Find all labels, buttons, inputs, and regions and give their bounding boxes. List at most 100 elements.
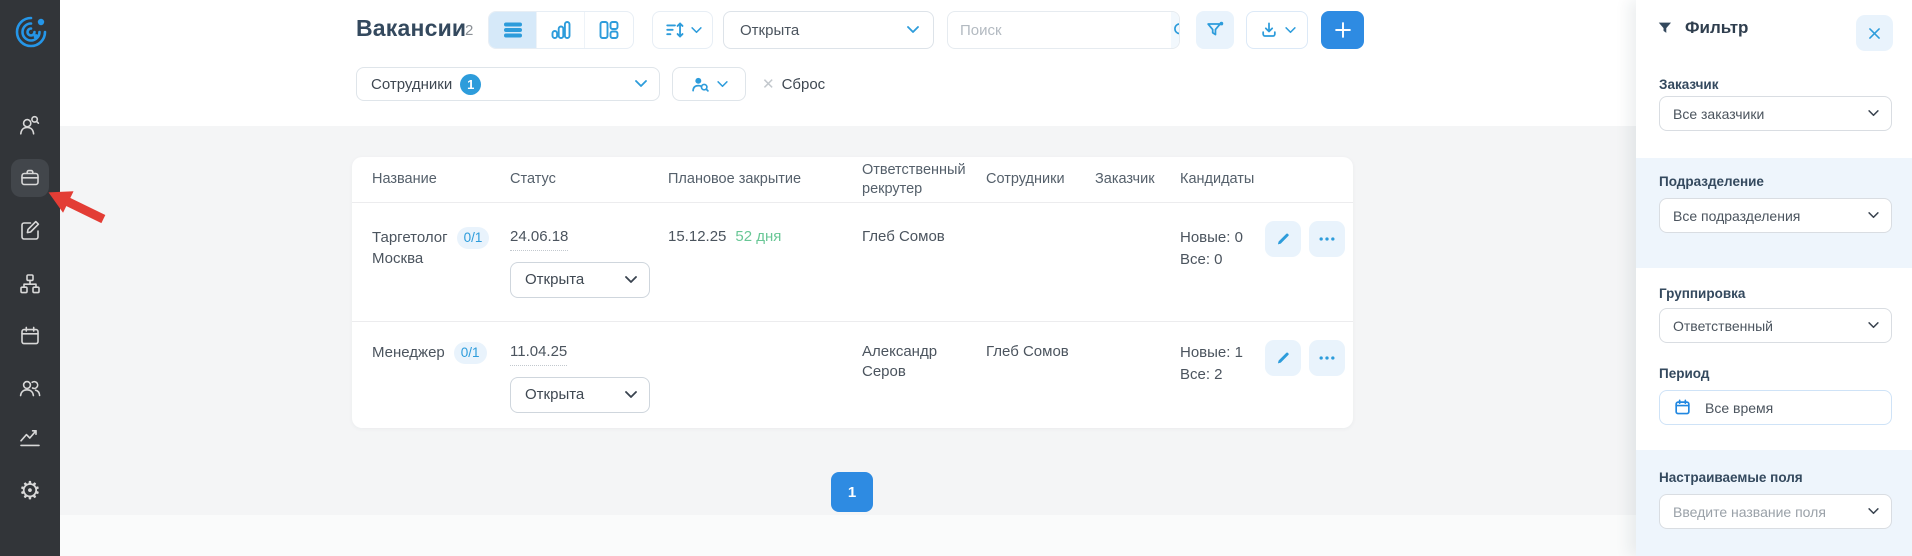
row-status-dropdown[interactable]: Открыта	[510, 262, 650, 299]
vacancy-count: 2	[465, 22, 474, 39]
person-search-filter-button[interactable]	[672, 67, 746, 101]
sidebar-item-settings[interactable]: ⚙	[11, 471, 49, 509]
edit-vacancy-button[interactable]	[1265, 221, 1301, 257]
pencil-icon	[1277, 352, 1289, 364]
close-filter-button[interactable]	[1856, 15, 1893, 51]
table-row: Менеджер 0/1 11.04.25 Открыта Александр …	[352, 322, 1353, 428]
sidebar-item-employees[interactable]	[11, 369, 49, 407]
filter-panel-header: Фильтр	[1656, 18, 1748, 38]
sidebar-item-analytics[interactable]	[11, 418, 49, 456]
briefcase-icon	[21, 169, 39, 186]
vacancy-name-link[interactable]: Менеджер	[372, 343, 445, 363]
pagination-page-1[interactable]: 1	[831, 472, 873, 512]
search-submit-button[interactable]	[1171, 12, 1179, 48]
grouping-dropdown[interactable]: Ответственный	[1659, 308, 1892, 343]
chevron-down-icon	[1868, 110, 1879, 117]
funnel-icon	[1207, 21, 1224, 36]
row-status-value: Открыта	[525, 386, 585, 404]
row-status-dropdown[interactable]: Открыта	[510, 377, 650, 414]
chevron-down-icon	[1868, 212, 1879, 219]
more-actions-button[interactable]	[1309, 221, 1345, 257]
column-header-name: Название	[372, 171, 437, 188]
cell-customer	[1095, 203, 1180, 321]
view-kanban-button[interactable]	[585, 12, 633, 48]
period-label: Период	[1659, 366, 1710, 381]
export-button[interactable]	[1246, 11, 1308, 49]
row-status-value: Открыта	[525, 271, 585, 289]
add-vacancy-button[interactable]	[1321, 11, 1364, 49]
cell-name: Менеджер 0/1	[372, 322, 510, 428]
view-chart-button[interactable]	[537, 12, 585, 48]
sidebar-item-candidate-search[interactable]	[11, 107, 49, 145]
view-list-button[interactable]	[489, 12, 537, 48]
days-left: 52 дня	[735, 228, 782, 245]
customer-filter-label: Заказчик	[1659, 77, 1719, 92]
period-picker-button[interactable]: Все время	[1659, 390, 1892, 425]
chevron-down-icon	[717, 80, 728, 87]
chevron-down-icon	[635, 80, 647, 87]
person-search-icon	[692, 77, 709, 92]
edit-vacancy-button[interactable]	[1265, 340, 1301, 376]
cell-employees	[986, 203, 1095, 321]
close-icon: ✕	[762, 76, 775, 93]
cell-employees: Глеб Сомов	[986, 343, 1069, 360]
kanban-view-icon	[599, 21, 619, 39]
custom-fields-dropdown[interactable]: Введите название поля	[1659, 494, 1892, 529]
sidebar-item-calendar[interactable]	[11, 317, 49, 355]
cell-candidates: Новые: 1 Все: 2	[1180, 322, 1265, 428]
vacancy-name-link[interactable]: Таргетолог	[372, 228, 448, 248]
ellipsis-icon	[1319, 237, 1335, 241]
table-row: Таргетолог 0/1 Москва 24.06.18 Открыта 1…	[352, 203, 1353, 322]
candidates-all: Все: 0	[1180, 250, 1223, 268]
chevron-down-icon	[625, 391, 637, 399]
candidates-new: Новые: 1	[1180, 344, 1243, 361]
close-icon	[1869, 27, 1880, 39]
ellipsis-icon	[1319, 356, 1335, 360]
column-header-status: Статус	[510, 171, 556, 188]
created-date[interactable]: 11.04.25	[510, 342, 568, 367]
status-filter-dropdown[interactable]: Открыта	[723, 11, 934, 49]
more-actions-button[interactable]	[1309, 340, 1345, 376]
column-header-employees: Сотрудники	[986, 171, 1065, 188]
search-icon	[1174, 23, 1179, 35]
funnel-icon	[1658, 22, 1672, 33]
logo-icon	[15, 16, 47, 48]
cell-actions	[1265, 322, 1355, 428]
edit-icon	[21, 220, 40, 240]
download-icon	[1261, 22, 1276, 37]
cell-status: 24.06.18 Открыта	[510, 203, 668, 321]
created-date[interactable]: 24.06.18	[510, 227, 569, 252]
department-filter-value: Все подразделения	[1673, 207, 1801, 224]
chevron-down-icon	[1868, 322, 1879, 329]
filter-panel: Фильтр Заказчик Все заказчики Подразделе…	[1636, 0, 1912, 556]
vacancies-table: Название Статус Плановое закрытие Ответс…	[352, 157, 1353, 428]
chevron-down-icon	[625, 276, 637, 284]
sidebar-item-vacancies[interactable]	[11, 159, 49, 197]
customer-filter-dropdown[interactable]: Все заказчики	[1659, 96, 1892, 131]
filter-toggle-button[interactable]	[1196, 11, 1234, 49]
app-logo[interactable]	[14, 15, 48, 49]
bar-chart-view-icon	[551, 21, 570, 39]
list-view-icon	[503, 22, 522, 38]
employees-filter-badge: 1	[460, 73, 482, 95]
planned-close-date: 15.12.25	[668, 228, 727, 245]
sidebar-item-edit-requests[interactable]	[11, 211, 49, 249]
table-header-row: Название Статус Плановое закрытие Ответс…	[352, 157, 1353, 203]
search-box	[947, 11, 1180, 49]
column-header-recruiter: Ответственный рекрутер	[862, 162, 966, 197]
org-chart-icon	[20, 274, 40, 294]
sort-button[interactable]	[652, 11, 713, 49]
column-header-customer: Заказчик	[1095, 171, 1155, 188]
employees-filter-dropdown[interactable]: Сотрудники 1	[356, 67, 660, 101]
chevron-down-icon	[690, 26, 702, 33]
custom-fields-placeholder: Введите название поля	[1673, 503, 1826, 520]
department-filter-dropdown[interactable]: Все подразделения	[1659, 198, 1892, 233]
search-input[interactable]	[948, 12, 1171, 48]
sidebar-item-org-structure[interactable]	[11, 265, 49, 303]
grouping-label: Группировка	[1659, 286, 1746, 301]
cell-actions	[1265, 203, 1355, 321]
reset-label: Сброс	[781, 75, 826, 93]
filter-panel-title: Фильтр	[1685, 18, 1749, 37]
cell-candidates: Новые: 0 Все: 0	[1180, 203, 1265, 321]
reset-filters-button[interactable]: ✕ Сброс	[762, 67, 825, 101]
